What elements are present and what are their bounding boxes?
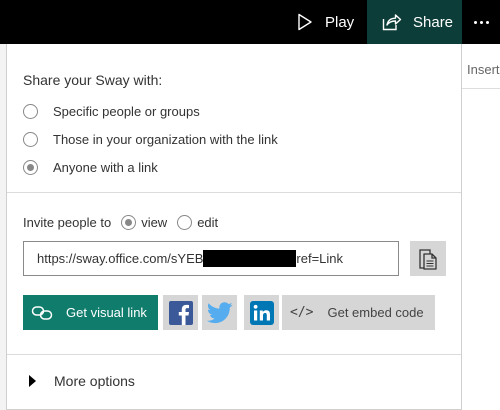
option-anyone[interactable]: Anyone with a link — [23, 160, 158, 175]
share-link-field[interactable]: https://sway.office.com/sYEB ref=Link — [23, 241, 399, 276]
visual-link-label: Get visual link — [66, 305, 147, 320]
edit-label: edit — [197, 215, 219, 230]
play-button[interactable]: Play — [285, 0, 367, 44]
radio-view[interactable] — [121, 215, 137, 230]
link-prefix: https://sway.office.com/sYEB — [37, 251, 204, 266]
share-panel: Share your Sway with: Specific people or… — [6, 44, 462, 410]
more-options-toggle[interactable]: More options — [29, 373, 135, 389]
redaction-block — [203, 250, 297, 267]
copy-link-button[interactable] — [410, 241, 446, 276]
divider — [7, 354, 461, 355]
embed-label: Get embed code — [327, 305, 424, 320]
share-panel-title: Share your Sway with: — [23, 72, 163, 88]
link-suffix: ref=Link — [296, 251, 344, 266]
view-label: view — [141, 215, 168, 230]
caret-right-icon — [29, 375, 36, 387]
invite-row: Invite people to view edit — [23, 215, 218, 230]
divider — [7, 192, 461, 193]
linkedin-share-button[interactable] — [244, 295, 279, 330]
more-button[interactable] — [462, 0, 500, 44]
invite-label: Invite people to — [23, 215, 112, 230]
code-icon: </> — [290, 305, 314, 320]
invite-edit-option[interactable]: edit — [177, 215, 218, 230]
option-label: Anyone with a link — [53, 160, 158, 175]
radio-anyone[interactable] — [23, 160, 38, 175]
facebook-icon — [168, 300, 193, 325]
play-icon — [298, 13, 312, 31]
linkedin-icon — [249, 300, 274, 325]
invite-view-option[interactable]: view — [121, 215, 167, 230]
radio-specific-people[interactable] — [23, 104, 38, 119]
insert-tab[interactable]: Insert — [467, 62, 500, 77]
top-bar: Play Share — [0, 0, 500, 44]
facebook-share-button[interactable] — [163, 295, 198, 330]
option-label: Those in your organization with the link — [53, 132, 278, 147]
background-ribbon — [462, 44, 500, 410]
get-visual-link-button[interactable]: Get visual link — [23, 295, 158, 330]
link-icon — [31, 305, 53, 320]
share-icon — [382, 14, 402, 31]
get-embed-code-button[interactable]: </> Get embed code — [282, 295, 435, 330]
more-icon — [473, 20, 477, 24]
share-label: Share — [413, 13, 454, 31]
option-specific-people[interactable]: Specific people or groups — [23, 104, 200, 119]
radio-organization[interactable] — [23, 132, 38, 147]
twitter-share-button[interactable] — [202, 295, 237, 330]
more-options-label: More options — [54, 373, 135, 389]
play-label: Play — [325, 13, 355, 31]
radio-edit[interactable] — [177, 215, 193, 230]
option-label: Specific people or groups — [53, 104, 200, 119]
twitter-icon — [206, 301, 233, 323]
copy-icon — [419, 248, 437, 270]
option-organization[interactable]: Those in your organization with the link — [23, 132, 278, 147]
share-button[interactable]: Share — [367, 0, 462, 44]
